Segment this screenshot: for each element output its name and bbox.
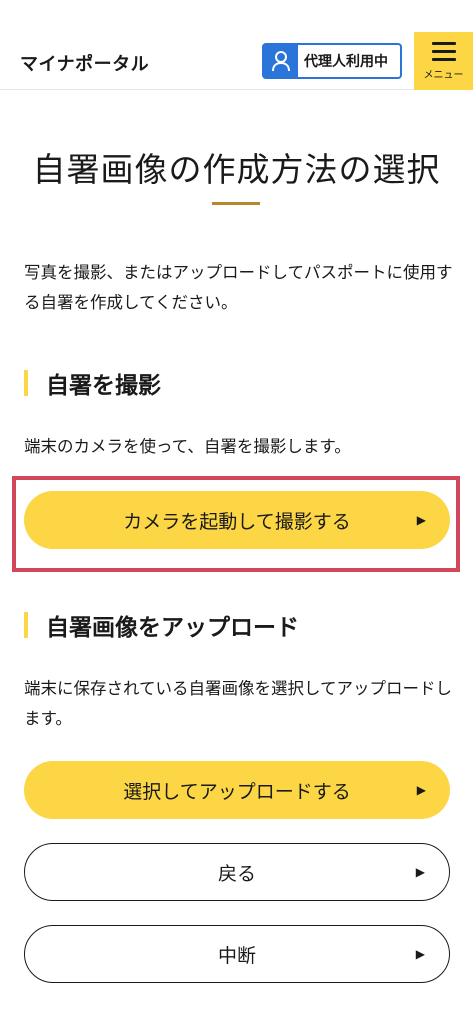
menu-label: メニュー [423,69,464,81]
person-icon [264,45,298,77]
back-button[interactable]: 戻る ▶ [24,843,450,901]
section-accent-bar [24,370,28,396]
select-upload-button[interactable]: 選択してアップロードする ▶ [24,761,450,819]
triangle-right-icon: ▶ [415,865,425,879]
upload-section-heading: 自署画像をアップロード [24,610,299,641]
upload-heading-text: 自署画像をアップロード [46,615,299,641]
title-underline [212,202,260,205]
page-title: 自署画像の作成方法の選択 [32,150,441,189]
section-accent-bar [24,612,28,638]
capture-description: 端末のカメラを使って、自署を撮影します。 [24,437,351,456]
triangle-right-icon: ▶ [415,947,425,961]
abort-label: 中断 [217,944,256,967]
launch-camera-label: カメラを起動して撮影する [123,510,351,533]
upload-description: 端末に保存されている自署画像を選択してアップロードします。 [24,679,453,728]
menu-button[interactable]: メニュー [414,32,473,90]
site-header: マイナポータル 代理人利用中 メニュー [0,0,473,90]
app-title[interactable]: マイナポータル [20,50,149,76]
capture-section-heading: 自署を撮影 [24,368,161,399]
triangle-right-icon: ▶ [416,783,426,797]
intro-text: 写真を撮影、またはアップロードしてパスポートに使用する自署を作成してください。 [24,263,453,312]
proxy-user-label: 代理人利用中 [304,54,388,70]
back-label: 戻る [217,862,256,885]
select-upload-label: 選択してアップロードする [123,780,351,803]
proxy-user-button[interactable]: 代理人利用中 [262,43,402,79]
hamburger-icon [431,41,456,61]
launch-camera-button[interactable]: カメラを起動して撮影する ▶ [24,491,450,549]
triangle-right-icon: ▶ [416,513,426,527]
abort-button[interactable]: 中断 ▶ [24,925,450,983]
capture-heading-text: 自署を撮影 [46,373,161,399]
